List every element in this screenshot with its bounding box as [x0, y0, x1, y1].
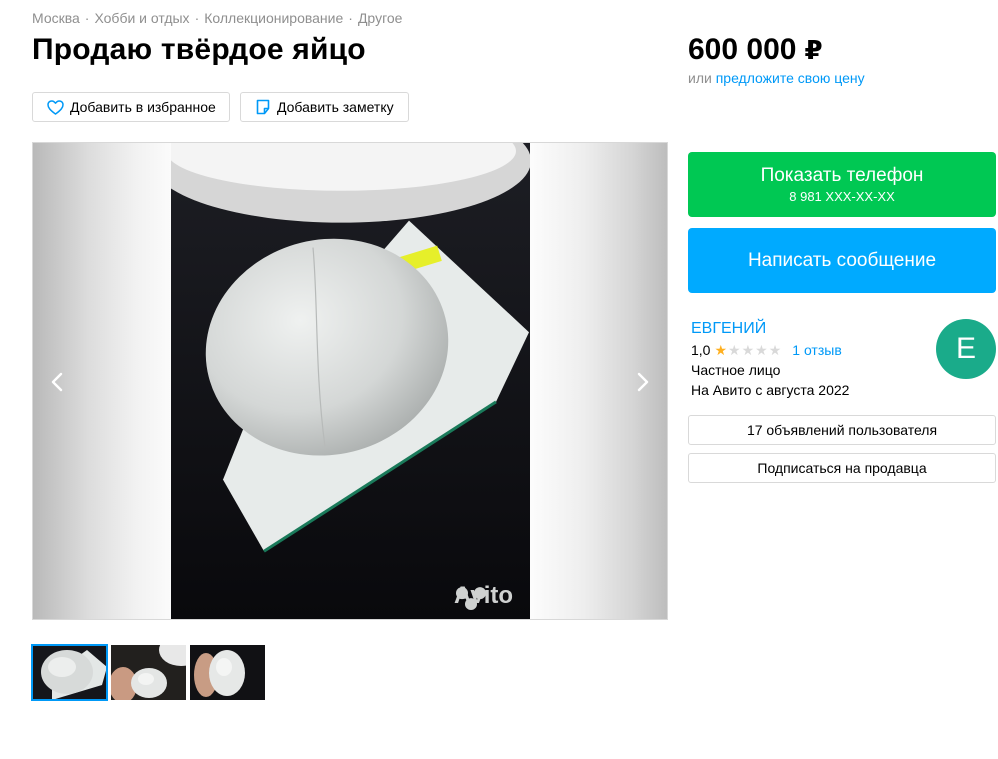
page-title: Продаю твёрдое яйцо	[32, 33, 366, 66]
add-note-label: Добавить заметку	[277, 99, 394, 115]
main-photo[interactable]: Avito	[171, 143, 530, 619]
breadcrumb-separator: ·	[84, 10, 90, 26]
offer-prefix: или	[688, 70, 712, 86]
gallery-next-button[interactable]	[631, 368, 655, 396]
chevron-right-icon	[637, 372, 649, 392]
phone-number-masked: 8 981 XXX-XX-XX	[789, 188, 895, 204]
star-empty-icon: ★	[741, 342, 755, 358]
breadcrumb-item-city[interactable]: Москва	[32, 10, 80, 26]
currency-sign: ₽	[804, 35, 823, 65]
chevron-left-icon	[51, 372, 63, 392]
avatar-letter: E	[955, 332, 976, 365]
user-listings-label: 17 объявлений пользователя	[746, 422, 938, 438]
thumbnail-2[interactable]	[111, 645, 186, 700]
heart-icon	[47, 99, 64, 115]
write-message-button[interactable]: Написать сообщение	[688, 228, 996, 293]
star-empty-icon: ★	[755, 342, 768, 358]
avatar[interactable]: E	[936, 319, 996, 379]
price-offer: или предложите свою цену	[688, 70, 865, 86]
offer-price-link[interactable]: предложите свою цену	[716, 70, 865, 86]
gallery-prev-button[interactable]	[45, 368, 69, 396]
price-block: 600 000 ₽	[688, 31, 823, 69]
breadcrumb-item-hobby[interactable]: Хобби и отдых	[94, 10, 189, 26]
note-icon	[256, 99, 270, 115]
add-to-favorites-label: Добавить в избранное	[70, 99, 216, 115]
show-phone-label: Показать телефон	[760, 164, 924, 186]
star-filled-icon: ★	[714, 342, 728, 358]
write-message-label: Написать сообщение	[747, 249, 937, 271]
add-note-button[interactable]: Добавить заметку	[240, 92, 409, 122]
seller-type: Частное лицо	[691, 362, 781, 378]
breadcrumb-separator: ·	[348, 10, 353, 26]
subscribe-seller-button[interactable]: Подписаться на продавца	[688, 453, 996, 483]
show-phone-button[interactable]: Показать телефон 8 981 XXX-XX-XX	[688, 152, 996, 217]
rating-value: 1,0	[691, 342, 711, 358]
price-value: 600 000	[688, 33, 797, 66]
user-listings-button[interactable]: 17 объявлений пользователя	[688, 415, 996, 445]
seller-rating: 1,0 ★ ★ ★ ★ ★ 1 отзыв	[691, 342, 842, 358]
subscribe-seller-label: Подписаться на продавца	[757, 460, 927, 476]
thumbnail-1[interactable]	[31, 644, 108, 701]
seller-since: На Авито с августа 2022	[691, 382, 850, 398]
thumbnail-strip	[31, 644, 269, 701]
photo-gallery[interactable]: Avito	[32, 142, 668, 620]
add-to-favorites-button[interactable]: Добавить в избранное	[32, 92, 230, 122]
reviews-link[interactable]: 1 отзыв	[792, 342, 842, 358]
star-empty-icon: ★	[768, 342, 782, 358]
breadcrumb: Москва · Хобби и отдых · Коллекционирование ·…	[32, 10, 402, 26]
star-empty-icon: ★	[728, 342, 741, 358]
thumbnail-3[interactable]	[190, 645, 265, 700]
breadcrumb-item-collecting[interactable]: Коллекционирование	[204, 10, 343, 26]
breadcrumb-separator: ·	[194, 10, 200, 26]
breadcrumb-item-other[interactable]: Другое	[358, 10, 402, 26]
rating-stars: ★ ★ ★ ★ ★	[714, 343, 782, 357]
seller-name-link[interactable]: ЕВГЕНИЙ	[691, 320, 766, 338]
avito-watermark: Avito	[454, 582, 513, 609]
